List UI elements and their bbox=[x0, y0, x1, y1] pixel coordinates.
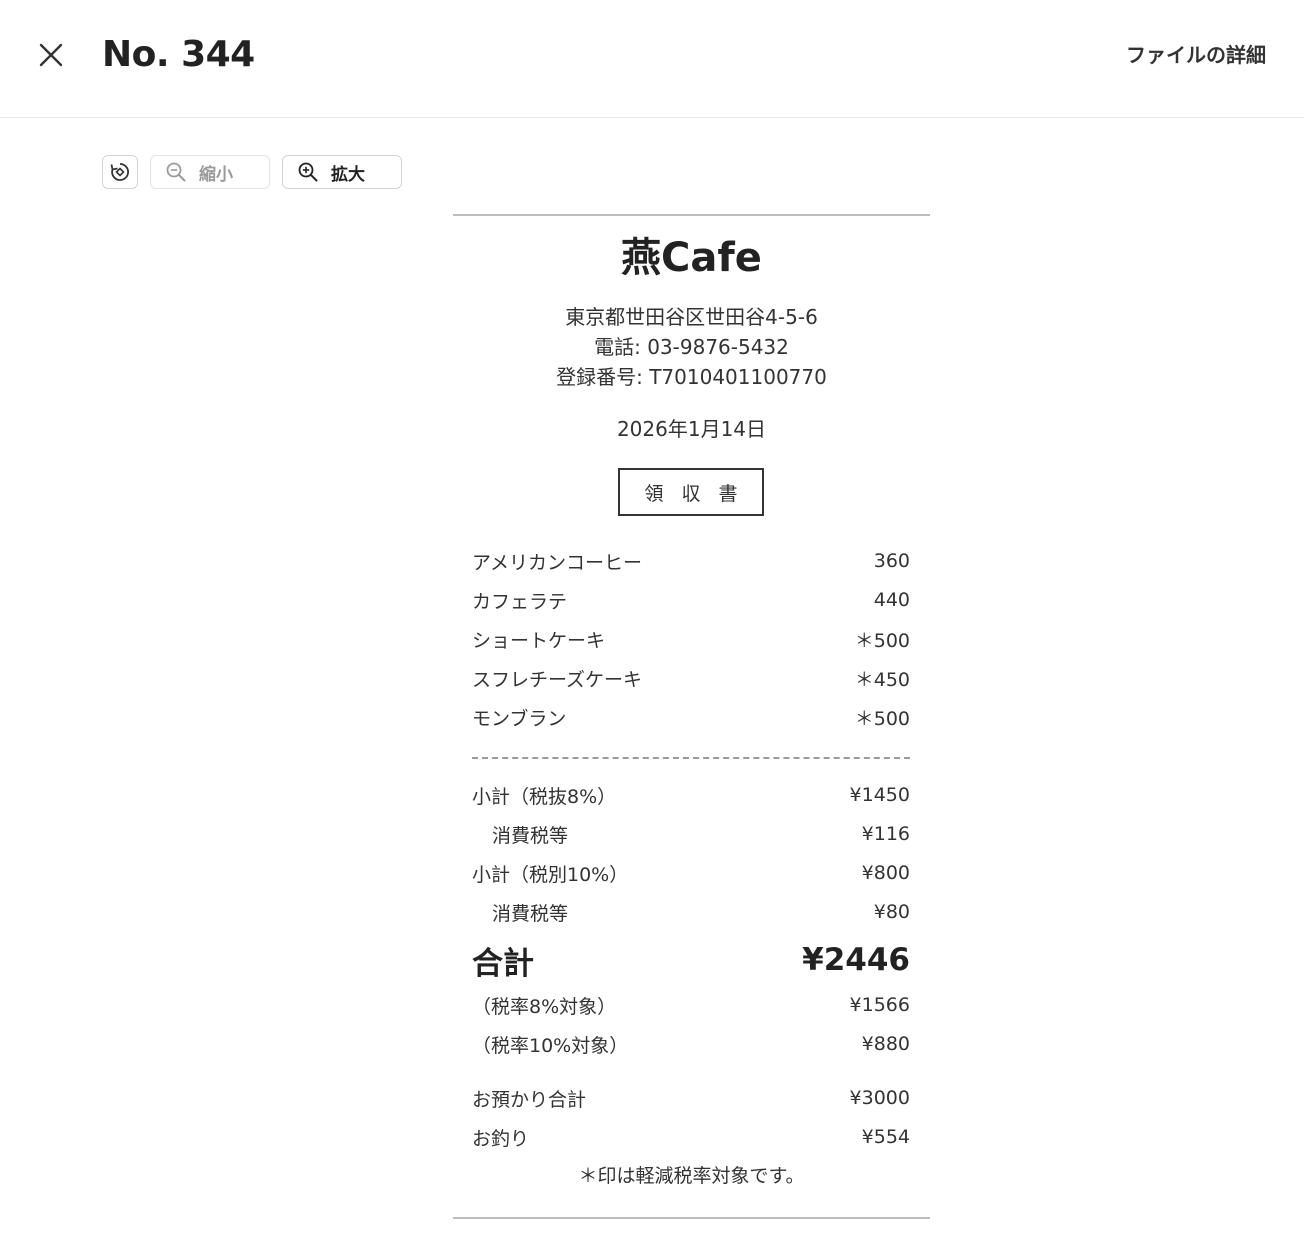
item-price: ＊450 bbox=[854, 668, 910, 691]
reduced-tax-note: ＊印は軽減税率対象です。 bbox=[578, 1165, 805, 1187]
subtotal-row: 小計（税別10%） ¥800 bbox=[472, 858, 910, 888]
subtotal-label: 小計（税別10%） bbox=[472, 863, 629, 886]
total-value: ¥2446 bbox=[802, 942, 910, 978]
item-price: ＊500 bbox=[854, 707, 910, 730]
line-item: ショートケーキ ＊500 bbox=[472, 624, 910, 654]
item-price: 360 bbox=[873, 550, 910, 572]
line-item: モンブラン ＊500 bbox=[472, 702, 910, 732]
item-name: アメリカンコーヒー bbox=[472, 551, 643, 574]
subtotal-label: 小計（税抜8%） bbox=[472, 785, 617, 808]
zoom-out-button[interactable]: 縮小 bbox=[150, 155, 270, 189]
breakdown-label: （税率8%対象） bbox=[472, 995, 617, 1018]
tax-row: 消費税等 ¥80 bbox=[472, 897, 910, 927]
breakdown-value: ¥880 bbox=[861, 1033, 910, 1055]
page-title: No. 344 bbox=[102, 34, 255, 75]
rotate-button[interactable] bbox=[102, 155, 138, 189]
breakdown-label: （税率10%対象） bbox=[472, 1034, 629, 1057]
tax-label: 消費税等 bbox=[492, 902, 569, 925]
subtotal-value: ¥800 bbox=[861, 862, 910, 884]
tax-value: ¥80 bbox=[873, 901, 910, 923]
line-item: スフレチーズケーキ ＊450 bbox=[472, 663, 910, 693]
zoom-in-icon bbox=[298, 162, 318, 182]
receipt-bottom-edge bbox=[453, 1217, 930, 1219]
subtotal-row: 小計（税抜8%） ¥1450 bbox=[472, 780, 910, 810]
dashed-divider bbox=[472, 757, 910, 759]
tax-row: 消費税等 ¥116 bbox=[472, 819, 910, 849]
store-name: 燕Cafe bbox=[621, 235, 762, 281]
tax-breakdown-row: （税率10%対象） ¥880 bbox=[472, 1029, 910, 1059]
tax-label: 消費税等 bbox=[492, 824, 569, 847]
receipt-top-edge bbox=[453, 214, 930, 216]
item-name: モンブラン bbox=[472, 707, 567, 730]
store-address: 東京都世田谷区世田谷4-5-6 bbox=[565, 305, 818, 329]
app-header: No. 344 ファイルの詳細 bbox=[0, 0, 1304, 118]
receipt-date: 2026年1月14日 bbox=[616, 417, 767, 441]
line-item: カフェラテ 440 bbox=[472, 585, 910, 615]
receipt-image: 燕Cafe 東京都世田谷区世田谷4-5-6 電話: 03-9876-5432 登… bbox=[453, 214, 930, 1220]
total-row: 合計 ¥2446 bbox=[472, 938, 910, 982]
zoom-in-button[interactable]: 拡大 bbox=[282, 155, 402, 189]
close-button[interactable] bbox=[32, 36, 70, 74]
change-label: お釣り bbox=[472, 1127, 530, 1150]
change-row: お釣り ¥554 bbox=[472, 1122, 910, 1152]
item-name: カフェラテ bbox=[472, 590, 568, 613]
item-price: 440 bbox=[873, 589, 910, 611]
tax-value: ¥116 bbox=[861, 823, 910, 845]
file-detail-link[interactable]: ファイルの詳細 bbox=[1126, 40, 1266, 70]
receipt-doc-type: 領収書 bbox=[618, 468, 764, 516]
item-price: ＊500 bbox=[854, 629, 910, 652]
store-phone: 電話: 03-9876-5432 bbox=[594, 335, 789, 359]
zoom-out-label: 縮小 bbox=[199, 164, 233, 185]
rotate-icon bbox=[110, 163, 129, 181]
registration-number: 登録番号: T7010401100770 bbox=[556, 365, 827, 389]
payment-row: お預かり合計 ¥3000 bbox=[472, 1083, 910, 1113]
line-item: アメリカンコーヒー 360 bbox=[472, 546, 910, 576]
zoom-in-label: 拡大 bbox=[331, 164, 365, 185]
zoom-out-icon bbox=[166, 162, 186, 182]
close-icon bbox=[39, 43, 63, 67]
payment-value: ¥3000 bbox=[849, 1087, 910, 1109]
item-name: ショートケーキ bbox=[472, 629, 606, 652]
payment-label: お預かり合計 bbox=[472, 1088, 587, 1111]
tax-breakdown-row: （税率8%対象） ¥1566 bbox=[472, 990, 910, 1020]
change-value: ¥554 bbox=[861, 1126, 910, 1148]
subtotal-value: ¥1450 bbox=[849, 784, 910, 806]
item-name: スフレチーズケーキ bbox=[472, 668, 643, 691]
total-label: 合計 bbox=[472, 945, 534, 982]
breakdown-value: ¥1566 bbox=[849, 994, 910, 1016]
